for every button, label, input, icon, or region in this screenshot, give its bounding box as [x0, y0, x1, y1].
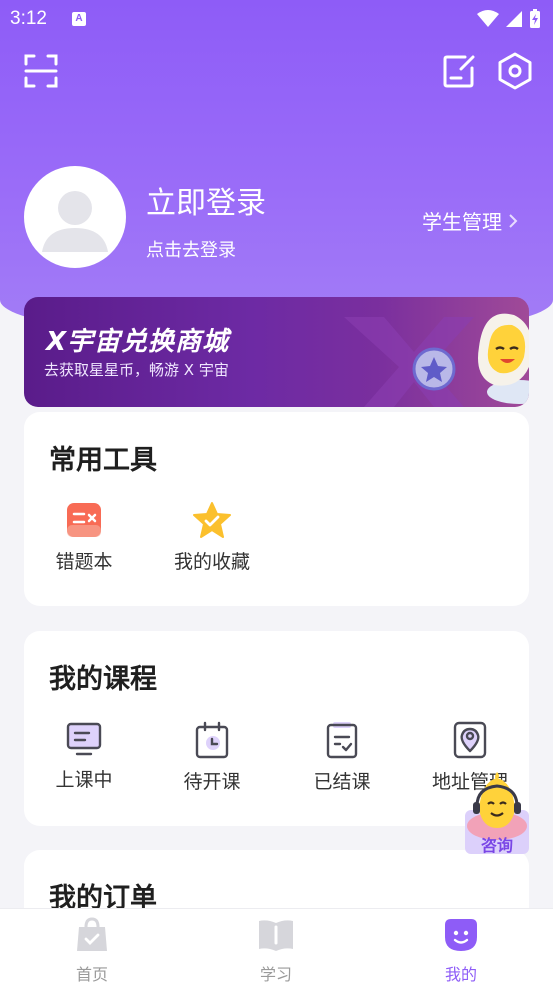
- banner-subtitle: 去获取星星币，畅游 X 宇宙: [44, 361, 229, 379]
- finished-course-button[interactable]: 已结课: [282, 721, 402, 794]
- mascot-illustration: [344, 313, 529, 407]
- status-icons: [477, 9, 541, 29]
- tab-study-label: 学习: [259, 965, 292, 984]
- my-courses-title: 我的课程: [49, 664, 157, 695]
- in-class-button[interactable]: 上课中: [24, 721, 144, 792]
- mistake-book-button[interactable]: 错题本: [24, 501, 144, 574]
- finished-course-label: 已结课: [313, 771, 371, 793]
- in-class-icon: [66, 722, 102, 756]
- student-management-link[interactable]: 学生管理: [422, 206, 518, 235]
- mine-face-icon: [445, 919, 477, 951]
- mistake-book-icon: [67, 503, 101, 537]
- tab-mine-label: 我的: [444, 965, 477, 984]
- student-management-label: 学生管理: [422, 210, 502, 234]
- bottom-tab-bar: 首页 学习 我的: [0, 908, 553, 984]
- tab-home[interactable]: 首页: [32, 917, 152, 984]
- login-subtitle[interactable]: 点击去登录: [146, 236, 236, 262]
- status-time: 3:12: [10, 8, 47, 29]
- banner-title: X宇宙兑换商城: [46, 327, 230, 357]
- upcoming-course-icon: [195, 721, 229, 759]
- upcoming-course-button[interactable]: 待开课: [152, 721, 272, 794]
- study-book-icon: [259, 920, 293, 951]
- common-tools-card: 常用工具 错题本 我的收藏: [24, 412, 529, 606]
- edit-note-icon[interactable]: [443, 54, 475, 88]
- tab-mine[interactable]: 我的: [401, 917, 521, 984]
- my-favorites-label: 我的收藏: [173, 551, 250, 573]
- address-icon: [453, 721, 487, 759]
- upcoming-course-label: 待开课: [183, 771, 241, 793]
- chevron-right-icon: [509, 213, 518, 228]
- in-class-label: 上课中: [55, 769, 113, 791]
- status-bar: 3:12 A: [0, 0, 553, 38]
- tab-home-label: 首页: [75, 965, 108, 984]
- finished-course-icon: [326, 722, 358, 759]
- user-silhouette-icon: [42, 191, 108, 252]
- exchange-mall-banner[interactable]: X宇宙兑换商城 去获取星星币，畅游 X 宇宙: [24, 297, 529, 407]
- tab-study[interactable]: 学习: [216, 917, 336, 984]
- my-courses-card: 我的课程 上课中 待开课 已结课 地址管理: [24, 631, 529, 826]
- wifi-icon: [477, 10, 499, 27]
- settings-hexagon-icon[interactable]: [497, 52, 533, 90]
- login-title[interactable]: 立即登录: [146, 178, 266, 222]
- scan-icon[interactable]: [24, 54, 58, 88]
- favorite-star-icon: [193, 502, 231, 538]
- consult-button[interactable]: 咨询: [463, 770, 531, 856]
- mistake-book-label: 错题本: [55, 551, 113, 573]
- home-bag-icon: [77, 917, 107, 951]
- common-tools-title: 常用工具: [49, 445, 157, 476]
- notification-a-icon: A: [72, 12, 86, 26]
- avatar[interactable]: [24, 166, 126, 268]
- consult-label: 咨询: [480, 836, 513, 855]
- my-favorites-button[interactable]: 我的收藏: [152, 501, 272, 574]
- battery-icon: [530, 9, 540, 28]
- signal-icon: [506, 11, 522, 27]
